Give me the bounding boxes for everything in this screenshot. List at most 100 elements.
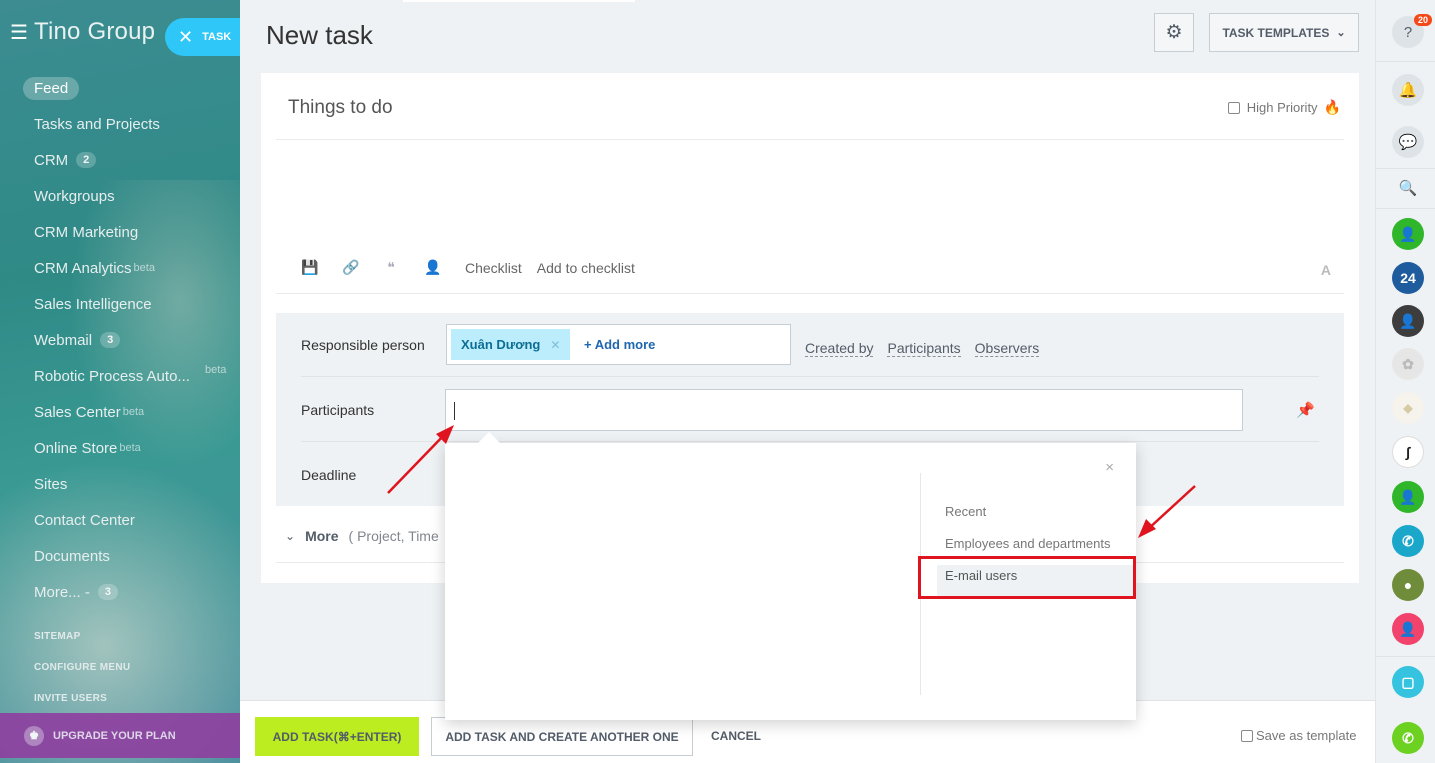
- user-avatar[interactable]: ∫: [1392, 436, 1424, 468]
- popup-pointer: [478, 432, 500, 443]
- popup-close-button[interactable]: ×: [1105, 459, 1114, 476]
- nav-item-sites[interactable]: Sites: [0, 466, 240, 502]
- quote-icon[interactable]: ❝: [383, 259, 399, 276]
- user-icon: 👤: [1399, 488, 1417, 505]
- nav-label: CRM Analytics: [34, 259, 132, 277]
- open-lines-button[interactable]: ▢: [1392, 666, 1424, 698]
- observers-link[interactable]: Observers: [974, 341, 1040, 357]
- bitrix24-avatar[interactable]: 24: [1392, 262, 1424, 294]
- nav-item-crm-marketing[interactable]: CRM Marketing: [0, 214, 240, 250]
- search-button[interactable]: 🔍: [1392, 172, 1424, 204]
- add-task-button[interactable]: ADD TASK(⌘+ENTER): [255, 717, 419, 756]
- attach-file-icon[interactable]: 💾: [301, 259, 318, 276]
- user-icon: 👤: [1399, 312, 1417, 329]
- text-format-icon[interactable]: A: [1321, 262, 1331, 278]
- nav-item-crm[interactable]: CRM 2: [0, 142, 240, 178]
- remove-tag-icon[interactable]: ✕: [550, 338, 560, 352]
- nav-item-online-store[interactable]: Online Store beta: [0, 430, 240, 466]
- high-priority-toggle[interactable]: High Priority 🔥: [1227, 99, 1341, 116]
- menu-icon[interactable]: ☰: [10, 20, 30, 45]
- task-templates-label: TASK TEMPLATES: [1222, 25, 1330, 40]
- configure-menu-link[interactable]: CONFIGURE MENU: [34, 656, 130, 687]
- save-as-template-label: Save as template: [1256, 728, 1357, 743]
- deadline-label: Deadline: [301, 467, 357, 483]
- chat-bubble-icon: ▢: [1401, 673, 1415, 690]
- add-to-checklist-button[interactable]: Add to checklist: [537, 260, 635, 276]
- nav-item-sales-center[interactable]: Sales Center beta: [0, 394, 240, 430]
- beta-tag: beta: [119, 442, 141, 454]
- more-options-toggle[interactable]: ⌄ More ( Project, Time: [285, 528, 439, 544]
- nav-item-feed[interactable]: Feed: [0, 70, 240, 106]
- user-tag[interactable]: Xuân Dương ✕: [451, 329, 571, 360]
- beta-tag: beta: [205, 364, 227, 376]
- upgrade-label: UPGRADE YOUR PLAN: [53, 729, 176, 742]
- participants-input[interactable]: [445, 389, 1243, 431]
- nav-item-more[interactable]: More... - 3: [0, 574, 240, 610]
- divider: [276, 139, 1344, 140]
- nav-label: Documents: [34, 547, 110, 565]
- nav-label: Robotic Process Auto...: [34, 367, 190, 385]
- high-priority-checkbox[interactable]: [1227, 101, 1240, 114]
- divider: [1376, 61, 1435, 62]
- close-icon[interactable]: ✕: [178, 27, 193, 48]
- nav-item-rpa[interactable]: Robotic Process Auto... beta: [0, 358, 240, 394]
- link-icon[interactable]: 🔗: [342, 259, 359, 276]
- sidebar-small-links: SITEMAP CONFIGURE MENU INVITE USERS: [34, 625, 130, 718]
- user-avatar[interactable]: 👤: [1392, 613, 1424, 645]
- upgrade-plan-button[interactable]: ♚ UPGRADE YOUR PLAN: [0, 713, 240, 758]
- brand-name[interactable]: Tino Group: [34, 18, 155, 46]
- beta-tag: beta: [122, 406, 145, 418]
- beta-tag: beta: [133, 262, 155, 274]
- participants-link[interactable]: Participants: [887, 341, 961, 357]
- pin-icon[interactable]: 📌: [1296, 401, 1315, 419]
- left-sidebar: ☰ Tino Group ✕ TASK Feed Tasks and Proje…: [0, 0, 240, 763]
- user-avatar[interactable]: ●: [1392, 569, 1424, 601]
- chat-button[interactable]: 💬: [1392, 126, 1424, 158]
- task-title-input[interactable]: Things to do: [288, 97, 393, 119]
- nav-item-webmail[interactable]: Webmail 3: [0, 322, 240, 358]
- brand: ☰ Tino Group: [10, 18, 155, 46]
- user-avatar[interactable]: ✿: [1392, 348, 1424, 380]
- sitemap-link[interactable]: SITEMAP: [34, 625, 130, 656]
- settings-button[interactable]: ⚙: [1154, 13, 1194, 52]
- nav-label: Sites: [34, 475, 68, 493]
- task-chip[interactable]: ✕ TASK: [165, 18, 240, 56]
- nav-item-documents[interactable]: Documents: [0, 538, 240, 574]
- nav-item-contact-center[interactable]: Contact Center: [0, 502, 240, 538]
- user-avatar[interactable]: 👤: [1392, 305, 1424, 337]
- call-button[interactable]: ✆: [1392, 722, 1424, 754]
- save-as-template-checkbox[interactable]: [1241, 729, 1253, 742]
- nav-item-sales-intelligence[interactable]: Sales Intelligence: [0, 286, 240, 322]
- tab-recent[interactable]: Recent: [945, 501, 1135, 533]
- page-title: New task: [266, 20, 373, 50]
- divider: [1376, 208, 1435, 209]
- nav-menu: Feed Tasks and Projects CRM 2 Workgroups …: [0, 70, 240, 610]
- checklist-button[interactable]: Checklist: [465, 260, 522, 276]
- created-by-link[interactable]: Created by: [805, 341, 874, 357]
- add-another-button[interactable]: ADD TASK AND CREATE ANOTHER ONE: [431, 717, 693, 756]
- responsible-person-field[interactable]: Xuân Dương ✕ + Add more: [446, 324, 791, 365]
- gear-icon: ⚙: [1165, 22, 1183, 43]
- mention-user-icon[interactable]: 👤: [424, 259, 441, 276]
- task-templates-button[interactable]: TASK TEMPLATES ⌄: [1209, 13, 1359, 52]
- participants-label: Participants: [301, 402, 375, 418]
- save-as-template-toggle[interactable]: Save as template: [1241, 728, 1356, 743]
- flame-icon: 🔥: [1323, 99, 1341, 115]
- cancel-button[interactable]: CANCEL: [711, 729, 761, 743]
- call-avatar[interactable]: ✆: [1392, 525, 1424, 557]
- crown-icon: ♚: [24, 725, 44, 746]
- notifications-button[interactable]: 🔔: [1392, 74, 1424, 106]
- phone-icon: ✆: [1402, 729, 1414, 746]
- nav-item-crm-analytics[interactable]: CRM Analytics beta: [0, 250, 240, 286]
- user-icon: ✿: [1402, 355, 1414, 372]
- nav-item-workgroups[interactable]: Workgroups: [0, 178, 240, 214]
- nav-item-tasks[interactable]: Tasks and Projects: [0, 106, 240, 142]
- company-avatar[interactable]: ◆: [1392, 392, 1424, 424]
- add-more-link[interactable]: + Add more: [584, 337, 655, 352]
- user-avatar[interactable]: 👤: [1392, 218, 1424, 250]
- photo-icon: ●: [1403, 577, 1413, 593]
- count-badge: 3: [100, 332, 121, 348]
- user-avatar[interactable]: 👤: [1392, 481, 1424, 513]
- count-badge: 3: [97, 584, 118, 600]
- phone-icon: ✆: [1402, 532, 1414, 549]
